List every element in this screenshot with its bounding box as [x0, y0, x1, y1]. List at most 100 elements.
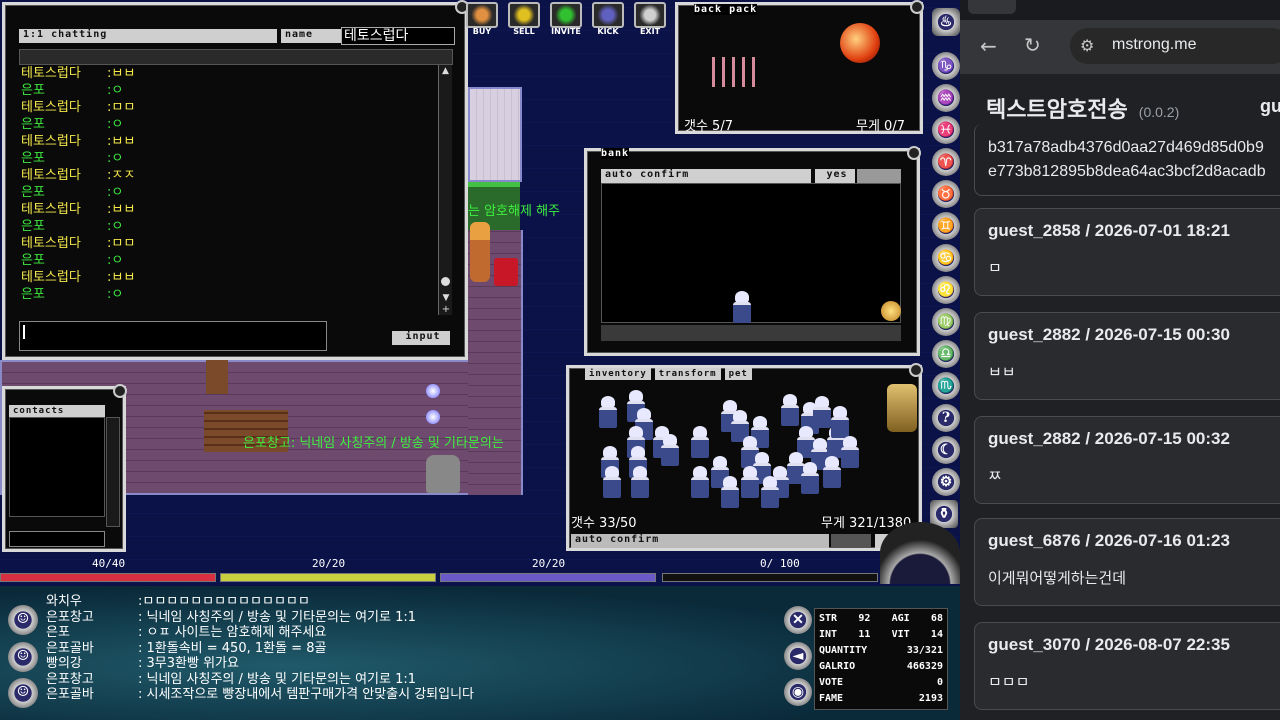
chat-line: 은포:ㅇ [21, 82, 437, 99]
ghost-item-icon[interactable] [731, 291, 753, 323]
scroll-thumb[interactable] [441, 277, 450, 286]
exit-button[interactable]: EXIT [634, 2, 666, 36]
message-card[interactable]: guest_2882 / 2026-07-15 00:32 ㅉ [974, 416, 1280, 504]
sell-button[interactable]: SELL [508, 2, 540, 36]
mushroom-item-icon[interactable] [840, 23, 880, 63]
ghost-item-icon[interactable] [759, 476, 781, 508]
menu-orb-button[interactable]: ♒ [932, 84, 960, 112]
status-bar-fill [441, 574, 655, 581]
menu-orb-button[interactable]: ♏ [932, 372, 960, 400]
ghost-item-icon[interactable] [799, 462, 821, 494]
stat-key: VOTE [819, 677, 844, 688]
menu-orb-button[interactable]: ♌ [932, 276, 960, 304]
close-icon[interactable] [910, 0, 924, 14]
close-chat-button[interactable]: ✕ [784, 606, 812, 634]
stat-row: VOTE 0 [819, 675, 943, 691]
name-field[interactable]: 테토스럽다 [341, 27, 455, 45]
chevron-up-icon[interactable]: ▲ [439, 65, 452, 77]
menu-orb-button[interactable]: ⚙ [932, 468, 960, 496]
menu-orb-button[interactable]: ☾ [932, 436, 960, 464]
menu-orb-button[interactable]: ♍ [932, 308, 960, 336]
menu-orb-button[interactable]: ♈ [932, 148, 960, 176]
message-card[interactable]: guest_2858 / 2026-07-01 18:21 ㅁ [974, 208, 1280, 296]
reload-icon[interactable]: ↻ [1024, 33, 1041, 57]
cauldron-icon[interactable]: ♨ [932, 8, 960, 36]
inventory-yes-button[interactable] [831, 534, 871, 548]
chat-line: 은포:ㅇ [21, 150, 437, 167]
menu-orb-button[interactable]: ♊ [932, 212, 960, 240]
chat-input[interactable] [19, 321, 327, 351]
bank-no-button[interactable] [857, 169, 901, 183]
url-text[interactable]: mstrong.me [1112, 36, 1196, 54]
bank-window[interactable]: bank auto confirm yes [584, 146, 921, 356]
menu-orb-button[interactable]: ♉ [932, 180, 960, 208]
chat-title: 1:1 chatting [19, 29, 277, 43]
invite-icon [550, 2, 582, 28]
emote-button[interactable]: ☺ [8, 642, 38, 672]
menu-orb-button[interactable]: ♋ [932, 244, 960, 272]
ghost-item-icon[interactable] [739, 466, 761, 498]
back-icon[interactable]: ← [980, 34, 997, 58]
ghost-item-icon[interactable] [659, 434, 681, 466]
player-character[interactable] [426, 455, 460, 493]
close-icon[interactable] [909, 363, 923, 377]
emote-button[interactable]: ☺ [8, 605, 38, 635]
invite-button[interactable]: INVITE [550, 2, 582, 36]
ghost-item-icon[interactable] [597, 396, 619, 428]
buy-button[interactable]: BUY [466, 2, 498, 36]
system-sender: 빵의강 [46, 656, 82, 671]
ghost-item-icon[interactable] [719, 476, 741, 508]
system-text: : 1환돌속비 = 450, 1환돌 = 8골 [138, 640, 327, 656]
crystal-orb [426, 410, 440, 424]
npc-character[interactable] [470, 222, 490, 282]
bank-yes-button[interactable]: yes [815, 169, 855, 183]
site-settings-icon[interactable]: ⚙ [1080, 36, 1094, 55]
fence-item-icon[interactable] [712, 57, 756, 87]
ghost-item-icon[interactable] [601, 466, 623, 498]
menu-orb-button[interactable]: ♓ [932, 116, 960, 144]
inventory-window[interactable]: inventory transform pet 갯수 33/50 무게 321/13… [566, 363, 923, 551]
close-icon[interactable] [907, 146, 921, 160]
ghost-item-icon[interactable] [829, 406, 851, 438]
plus-icon[interactable]: + [439, 304, 453, 315]
close-icon[interactable] [113, 384, 127, 398]
chat-sender: 테토스럽다 [21, 66, 81, 81]
ghost-item-icon[interactable] [689, 466, 711, 498]
message-header: guest_6876 / 2026-07-16 01:23 [988, 531, 1230, 550]
chat-scrollbar[interactable]: ▲ ▼ + [438, 65, 452, 315]
menu-orb-button[interactable]: ♑ [932, 52, 960, 80]
message-card[interactable]: guest_3070 / 2026-08-07 22:35 ㅁㅁㅁ [974, 622, 1280, 710]
game-window[interactable]: 는 암호해제 해주 은포창고: 닉네임 사칭주의 / 방송 및 기타문의는 1:… [0, 0, 960, 720]
ghost-item-icon[interactable] [689, 426, 711, 458]
browser-tab[interactable] [968, 0, 1016, 14]
eye-button[interactable]: ◉ [784, 678, 812, 706]
message-card[interactable]: guest_2882 / 2026-07-15 00:30 ㅂㅂ [974, 312, 1280, 400]
system-sender: 은포창고 [46, 671, 94, 687]
chat-window[interactable]: 1:1 chatting name 테토스럽다 테토스럽다:ㅂㅂ 은포:ㅇ 테토스럽… [2, 0, 469, 360]
system-text: : 닉네임 사칭주의 / 방송 및 기타문의는 여기로 1:1 [138, 671, 417, 687]
message-card[interactable]: guest_6876 / 2026-07-16 01:23 이게뭐어떻게하는건데 [974, 518, 1280, 606]
menu-orb-button[interactable]: ? [932, 404, 960, 432]
emote-button[interactable]: ☺ [8, 678, 38, 708]
gold-coin-icon[interactable] [881, 301, 901, 321]
left-arrow-button[interactable]: ◄ [784, 642, 812, 670]
backpack-window[interactable]: back pack 갯수 5/7 무게 0/7 [675, 0, 924, 134]
contacts-scrollbar[interactable] [106, 417, 120, 527]
invite-label: INVITE [551, 27, 581, 36]
kick-button[interactable]: KICK [592, 2, 624, 36]
stat-key: GALRIO [819, 661, 856, 672]
contacts-window[interactable]: contacts [2, 384, 127, 552]
chevron-down-icon[interactable]: ▼ [439, 293, 453, 303]
ghost-item-icon[interactable] [779, 394, 801, 426]
tab-inventory[interactable]: inventory [585, 368, 651, 380]
tab-transform[interactable]: transform [654, 368, 721, 380]
ghost-item-icon[interactable] [839, 436, 861, 468]
chat-sender: 은포 [21, 287, 45, 302]
gold-pouch-icon[interactable] [887, 384, 917, 432]
contacts-input[interactable] [9, 531, 105, 547]
ghost-item-icon[interactable] [629, 466, 651, 498]
input-button[interactable]: input [392, 331, 450, 345]
message-header: guest_2882 / 2026-07-15 00:30 [988, 325, 1230, 344]
tab-pet[interactable]: pet [724, 368, 752, 380]
menu-orb-button[interactable]: ♎ [932, 340, 960, 368]
